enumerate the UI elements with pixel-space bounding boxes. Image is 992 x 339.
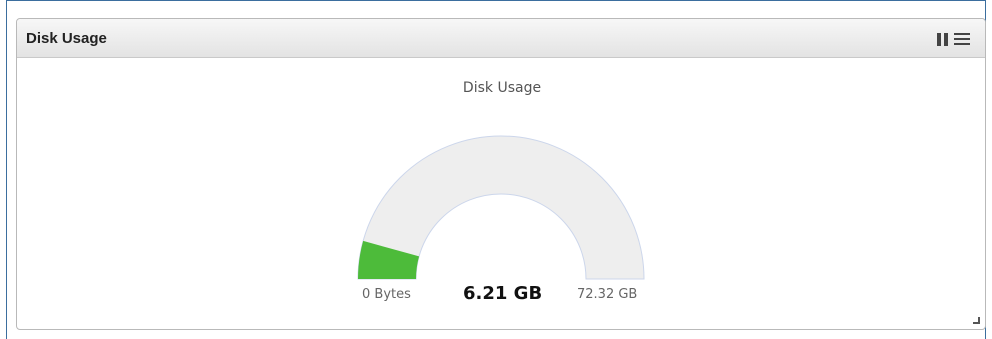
resize-handle[interactable] bbox=[973, 317, 980, 324]
widget-header: Disk Usage bbox=[17, 19, 985, 58]
menu-icon[interactable] bbox=[954, 32, 971, 47]
widget-title: Disk Usage bbox=[26, 30, 107, 47]
pause-icon[interactable] bbox=[937, 33, 949, 47]
disk-usage-widget: Disk Usage Disk Usage 0 Bytes 6.21 GB 72… bbox=[16, 18, 986, 330]
gauge-min-label: 0 Bytes bbox=[362, 287, 411, 302]
gauge-max-label: 72.32 GB bbox=[577, 287, 638, 302]
widget-body: Disk Usage 0 Bytes 6.21 GB 72.32 GB bbox=[17, 58, 985, 329]
gauge-value-label: 6.21 GB bbox=[463, 283, 543, 304]
